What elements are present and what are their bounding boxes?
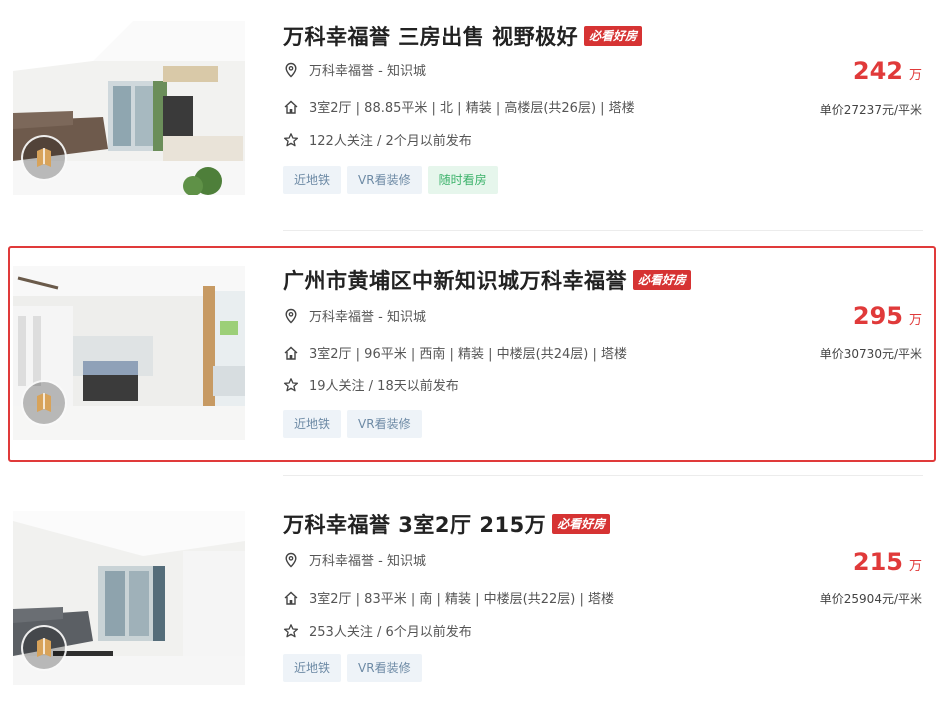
listing-photo[interactable]	[13, 266, 245, 440]
location-row: 万科幸福誉 - 知识城	[283, 550, 426, 569]
tag-near-subway[interactable]: 近地铁	[283, 166, 342, 194]
tag-vr-decoration[interactable]: VR看装修	[347, 166, 422, 194]
location-row: 万科幸福誉 - 知识城	[283, 306, 426, 325]
house-icon	[283, 590, 299, 606]
location-row: 万科幸福誉 - 知识城	[283, 60, 426, 79]
unit-price: 单价30730元/平米	[819, 347, 922, 361]
tag-near-subway[interactable]: 近地铁	[283, 410, 342, 438]
price-unit: 万	[908, 68, 922, 83]
location-pin-icon	[283, 62, 299, 78]
listing-title-row: 广州市黄埔区中新知识城万科幸福誉 必看好房	[283, 265, 692, 295]
listing-card[interactable]: 万科幸福誉 三房出售 视野极好 必看好房 万科幸福誉 - 知识城 3室2厅 | …	[0, 20, 948, 240]
tag-list: 近地铁 VR看装修	[283, 654, 422, 682]
house-info-text: 3室2厅 | 88.85平米 | 北 | 精装 | 高楼层(共26层) | 塔楼	[309, 101, 635, 116]
price-value: 242	[852, 57, 903, 85]
must-see-badge: 必看好房	[633, 270, 692, 290]
listing-card[interactable]: 万科幸福誉 3室2厅 215万 必看好房 万科幸福誉 - 知识城 3室2厅 | …	[0, 492, 948, 706]
listing-card[interactable]: 广州市黄埔区中新知识城万科幸福誉 必看好房 万科幸福誉 - 知识城 3室2厅 |…	[0, 246, 948, 468]
price-unit: 万	[908, 559, 922, 574]
follow-info-row: 19人关注 / 18天以前发布	[283, 375, 459, 394]
vr-badge-icon	[21, 380, 67, 426]
price-unit: 万	[908, 313, 922, 328]
house-info-row: 3室2厅 | 83平米 | 南 | 精装 | 中楼层(共22层) | 塔楼	[283, 588, 614, 607]
follow-info-text: 122人关注 / 2个月以前发布	[309, 134, 472, 149]
house-icon	[283, 99, 299, 115]
follow-info-row: 122人关注 / 2个月以前发布	[283, 130, 472, 149]
must-see-badge: 必看好房	[552, 514, 611, 534]
unit-price: 单价27237元/平米	[819, 103, 922, 117]
divider	[283, 230, 923, 231]
star-icon	[283, 132, 299, 148]
vr-badge-icon	[21, 625, 67, 671]
star-icon	[283, 623, 299, 639]
price-value: 215	[852, 548, 903, 576]
star-icon	[283, 377, 299, 393]
listing-title-row: 万科幸福誉 三房出售 视野极好 必看好房	[283, 21, 643, 51]
must-see-badge: 必看好房	[584, 26, 643, 46]
divider	[283, 475, 923, 476]
total-price: 242 万	[853, 57, 922, 85]
house-info-text: 3室2厅 | 83平米 | 南 | 精装 | 中楼层(共22层) | 塔楼	[309, 592, 614, 607]
listing-photo[interactable]	[13, 511, 245, 685]
tag-vr-decoration[interactable]: VR看装修	[347, 654, 422, 682]
location-text[interactable]: 万科幸福誉 - 知识城	[309, 550, 426, 569]
house-info-text: 3室2厅 | 96平米 | 西南 | 精装 | 中楼层(共24层) | 塔楼	[309, 347, 627, 362]
tag-anytime-viewing[interactable]: 随时看房	[427, 166, 498, 194]
follow-info-text: 19人关注 / 18天以前发布	[309, 379, 459, 394]
total-price: 295 万	[853, 302, 922, 330]
tag-list: 近地铁 VR看装修 随时看房	[283, 166, 498, 194]
total-price: 215 万	[853, 548, 922, 576]
follow-info-text: 253人关注 / 6个月以前发布	[309, 625, 472, 640]
house-info-row: 3室2厅 | 96平米 | 西南 | 精装 | 中楼层(共24层) | 塔楼	[283, 343, 627, 362]
unit-price: 单价25904元/平米	[819, 592, 922, 606]
location-pin-icon	[283, 308, 299, 324]
location-text[interactable]: 万科幸福誉 - 知识城	[309, 306, 426, 325]
listing-photo[interactable]	[13, 21, 245, 195]
listing-title[interactable]: 万科幸福誉 三房出售 视野极好	[283, 21, 578, 51]
house-icon	[283, 345, 299, 361]
location-pin-icon	[283, 552, 299, 568]
listing-title[interactable]: 万科幸福誉 3室2厅 215万	[283, 509, 546, 539]
follow-info-row: 253人关注 / 6个月以前发布	[283, 621, 472, 640]
listing-title-row: 万科幸福誉 3室2厅 215万 必看好房	[283, 509, 611, 539]
listing-title[interactable]: 广州市黄埔区中新知识城万科幸福誉	[283, 265, 627, 295]
tag-list: 近地铁 VR看装修	[283, 410, 422, 438]
tag-near-subway[interactable]: 近地铁	[283, 654, 342, 682]
location-text[interactable]: 万科幸福誉 - 知识城	[309, 60, 426, 79]
house-info-row: 3室2厅 | 88.85平米 | 北 | 精装 | 高楼层(共26层) | 塔楼	[283, 97, 635, 116]
price-value: 295	[852, 302, 903, 330]
vr-badge-icon	[21, 135, 67, 181]
tag-vr-decoration[interactable]: VR看装修	[347, 410, 422, 438]
